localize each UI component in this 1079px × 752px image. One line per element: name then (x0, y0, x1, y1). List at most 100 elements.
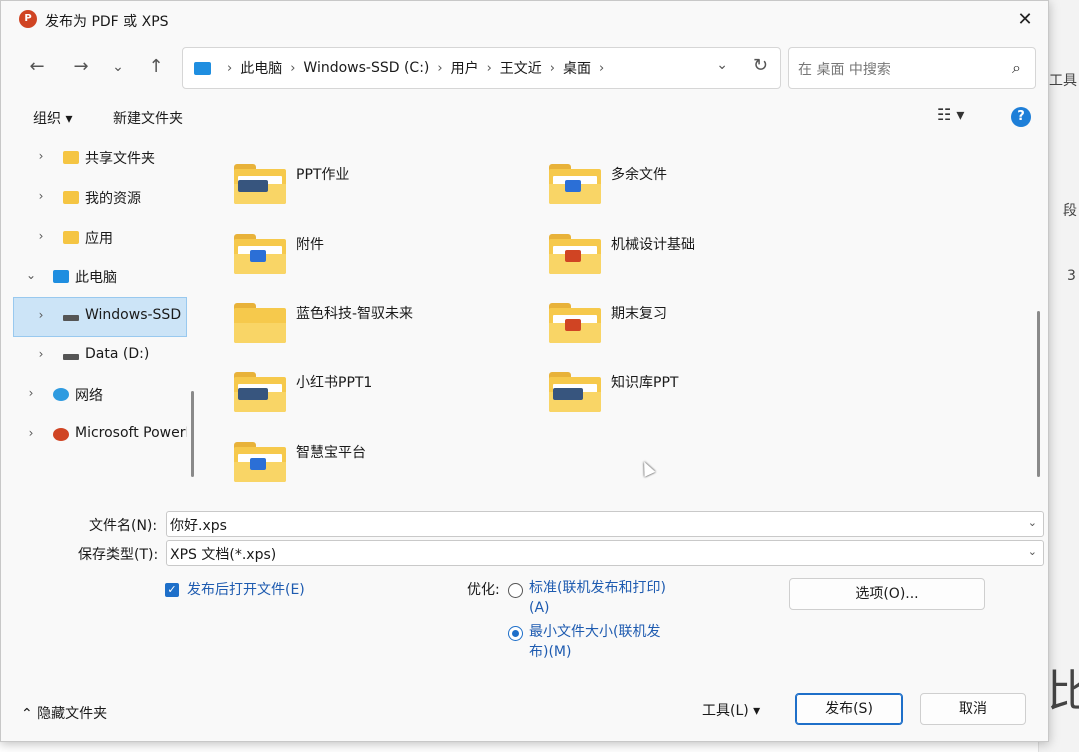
folder-name: 机械设计基础 (611, 237, 695, 253)
nav-item-apps[interactable]: › 应用 (13, 219, 187, 257)
hide-folders-button[interactable]: ⌃ 隐藏文件夹 (21, 703, 107, 723)
file-list-scrollbar[interactable] (1037, 311, 1040, 477)
folder-name: 小红书PPT1 (296, 375, 373, 391)
search-box[interactable]: 在 桌面 中搜索 ⌕ (788, 47, 1036, 89)
open-after-publish-label[interactable]: 发布后打开文件(E) (187, 579, 305, 599)
chevron-down-icon[interactable]: ⌄ (1028, 545, 1037, 558)
folder-item[interactable]: 期末复习 (521, 285, 821, 345)
publish-dialog: P 发布为 PDF 或 XPS ✕ ← → ⌄ ↑ › 此电脑 › Window… (0, 0, 1049, 742)
filename-value[interactable]: 你好.xps (170, 515, 227, 535)
refresh-icon[interactable]: ↻ (753, 55, 768, 76)
nav-item-label: 应用 (85, 231, 113, 247)
publish-button[interactable]: 发布(S) (795, 693, 903, 725)
search-input[interactable]: 在 桌面 中搜索 (798, 59, 891, 79)
folder-icon (63, 191, 79, 204)
save-type-value[interactable]: XPS 文档(*.xps) (170, 544, 276, 564)
tools-dropdown-button[interactable]: 工具(L) ▾ (702, 700, 760, 720)
drive-icon (63, 315, 79, 321)
filename-label: 文件名(N): (89, 518, 158, 534)
minimum-size-radio-label[interactable]: 最小文件大小(联机发 布)(M) (529, 622, 679, 662)
chevron-right-icon[interactable]: › (35, 189, 47, 203)
forward-arrow-icon[interactable]: → (67, 53, 95, 81)
nav-item-data-d[interactable]: › Data (D:) (13, 337, 187, 375)
new-folder-button[interactable]: 新建文件夹 (113, 108, 183, 128)
folder-name: 期末复习 (611, 306, 667, 322)
bg-text-fragment: 比 (1047, 666, 1079, 717)
folder-icon (549, 234, 601, 274)
nav-item-my-resources[interactable]: › 我的资源 (13, 179, 187, 217)
dialog-title: 发布为 PDF 或 XPS (45, 14, 169, 30)
folder-icon (549, 164, 601, 204)
folder-name: 蓝色科技-智驭未来 (296, 306, 414, 322)
standard-radio[interactable] (508, 583, 523, 598)
help-icon[interactable]: ? (1011, 107, 1031, 127)
chevron-right-icon[interactable]: › (550, 61, 555, 76)
folder-item[interactable]: 多余文件 (521, 146, 821, 206)
navigation-pane: › 共享文件夹 › 我的资源 › 应用 ⌄ 此电脑 › Windows-SSD … (13, 139, 195, 479)
folder-item[interactable]: 附件 (206, 216, 506, 276)
breadcrumb-users[interactable]: 用户 (451, 58, 479, 78)
powerpoint-icon (53, 428, 69, 441)
minimum-size-radio[interactable] (508, 626, 523, 641)
close-button[interactable]: ✕ (1010, 5, 1040, 35)
radio-label-line: (A) (529, 600, 550, 616)
chevron-down-icon[interactable]: ⌄ (1028, 516, 1037, 529)
cancel-button[interactable]: 取消 (920, 693, 1026, 725)
chevron-right-icon[interactable]: › (35, 149, 47, 163)
folder-item[interactable]: 小红书PPT1 (206, 354, 506, 414)
address-dropdown-chevron-icon[interactable]: ⌄ (716, 57, 728, 73)
folder-item[interactable]: 智慧宝平台 (206, 424, 506, 484)
folder-item[interactable]: 机械设计基础 (521, 216, 821, 276)
breadcrumb-this-pc[interactable]: 此电脑 (240, 58, 282, 78)
folder-item[interactable]: PPT作业 (206, 146, 506, 206)
chevron-right-icon[interactable]: › (35, 308, 47, 322)
chevron-right-icon[interactable]: › (599, 61, 604, 76)
chevron-right-icon: › (227, 60, 233, 76)
nav-item-label: Data (D:) (85, 346, 150, 362)
chevron-right-icon[interactable]: › (437, 61, 442, 76)
back-arrow-icon[interactable]: ← (23, 53, 51, 81)
chevron-right-icon[interactable]: › (290, 61, 295, 76)
folder-icon (234, 164, 286, 204)
address-bar[interactable]: › 此电脑 › Windows-SSD (C:) › 用户 › 王文近 › 桌面… (182, 47, 781, 89)
options-button[interactable]: 选项(O)... (789, 578, 985, 610)
standard-radio-label[interactable]: 标准(联机发布和打印) (A) (529, 578, 679, 618)
chevron-right-icon[interactable]: › (35, 347, 47, 361)
title-bar: P 发布为 PDF 或 XPS ✕ (1, 1, 1048, 39)
recent-locations-chevron-icon[interactable]: ⌄ (104, 53, 132, 81)
open-after-publish-checkbox[interactable]: ✓ (165, 583, 179, 597)
breadcrumb-desktop[interactable]: 桌面 (563, 58, 591, 78)
breadcrumb: › 此电脑 › Windows-SSD (C:) › 用户 › 王文近 › 桌面… (219, 48, 612, 88)
breadcrumb-windows-ssd[interactable]: Windows-SSD (C:) (303, 60, 429, 76)
nav-item-network[interactable]: › 网络 (13, 376, 187, 414)
breadcrumb-user[interactable]: 王文近 (500, 58, 542, 78)
nav-item-this-pc[interactable]: ⌄ 此电脑 (13, 258, 187, 296)
nav-item-label: Windows-SSD (85, 307, 182, 323)
radio-label-line: 最小文件大小(联机发 (529, 624, 661, 640)
folder-item[interactable]: 蓝色科技-智驭未来 (206, 285, 506, 345)
folder-icon (234, 303, 286, 343)
computer-icon (53, 270, 69, 283)
nav-item-windows-ssd[interactable]: › Windows-SSD (13, 297, 187, 337)
nav-item-shared-folder[interactable]: › 共享文件夹 (13, 139, 187, 177)
chevron-right-icon[interactable]: › (25, 386, 37, 400)
powerpoint-app-icon: P (19, 10, 37, 28)
up-arrow-icon[interactable]: ↑ (142, 53, 170, 81)
nav-item-microsoft-powerpoint[interactable]: › Microsoft PowerPoint (13, 416, 187, 454)
nav-item-label: 此电脑 (75, 270, 117, 286)
radio-label-line: 标准(联机发布和打印) (529, 580, 666, 596)
folder-item[interactable]: 知识库PPT (521, 354, 821, 414)
chevron-right-icon[interactable]: › (35, 229, 47, 243)
folder-icon (63, 231, 79, 244)
organize-button[interactable]: 组织 ▾ (33, 108, 72, 128)
view-options-icon[interactable]: ☷ ▾ (937, 105, 964, 124)
bg-text-fragment: 3 (1067, 268, 1076, 284)
folder-name: 智慧宝平台 (296, 445, 366, 461)
chevron-right-icon[interactable]: › (25, 426, 37, 440)
filename-field[interactable]: 你好.xps ⌄ (166, 511, 1044, 537)
chevron-right-icon[interactable]: › (487, 61, 492, 76)
save-type-select[interactable]: XPS 文档(*.xps) ⌄ (166, 540, 1044, 566)
search-icon[interactable]: ⌕ (1012, 58, 1021, 78)
chevron-down-icon[interactable]: ⌄ (25, 268, 37, 282)
navigation-scrollbar[interactable] (191, 391, 194, 477)
